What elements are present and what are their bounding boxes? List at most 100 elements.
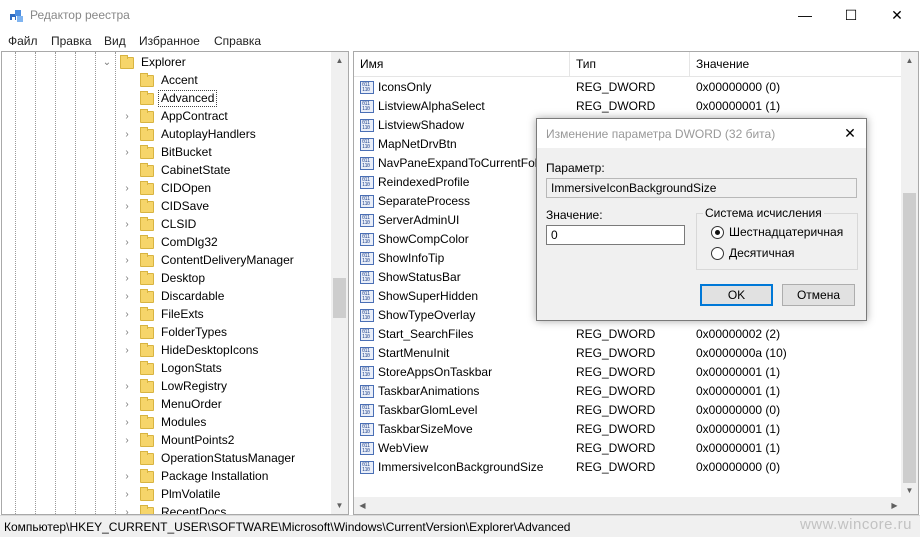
scroll-left-icon[interactable]: ◀: [354, 497, 371, 514]
list-item[interactable]: 011 110 IconsOnly REG_DWORD 0x00000000 (0): [354, 78, 903, 97]
tree-item-label[interactable]: MountPoints2: [159, 433, 236, 448]
scroll-thumb[interactable]: [903, 193, 916, 483]
tree-item[interactable]: › MountPoints2: [2, 432, 332, 450]
tree-item[interactable]: CabinetState: [2, 162, 332, 180]
expand-arrow-icon[interactable]: ›: [122, 291, 132, 303]
list-item[interactable]: 011 110 Start_SearchFiles REG_DWORD 0x00000…: [354, 325, 903, 344]
tree-item-label[interactable]: Desktop: [159, 271, 207, 286]
tree-item-label[interactable]: Advanced: [157, 90, 218, 107]
scroll-up-icon[interactable]: ▲: [331, 52, 348, 69]
tree-vertical-scrollbar[interactable]: ▲ ▼: [331, 52, 348, 514]
tree-item-label[interactable]: PlmVolatile: [159, 487, 222, 502]
expand-arrow-icon[interactable]: ›: [122, 111, 132, 123]
tree-item[interactable]: › HideDesktopIcons: [2, 342, 332, 360]
menu-help[interactable]: Справка: [214, 34, 261, 48]
expand-arrow-icon[interactable]: ›: [122, 399, 132, 411]
tree-item[interactable]: › CIDSave: [2, 198, 332, 216]
tree-item[interactable]: OperationStatusManager: [2, 450, 332, 468]
tree-item-label[interactable]: AutoplayHandlers: [159, 127, 258, 142]
expand-arrow-icon[interactable]: ›: [122, 147, 132, 159]
expand-arrow-icon[interactable]: ›: [122, 309, 132, 321]
tree-item-label[interactable]: HideDesktopIcons: [159, 343, 260, 358]
tree-item[interactable]: › PlmVolatile: [2, 486, 332, 504]
expand-arrow-icon[interactable]: ›: [122, 381, 132, 393]
column-type-header[interactable]: Тип: [570, 52, 690, 77]
tree-item[interactable]: › CIDOpen: [2, 180, 332, 198]
tree-item[interactable]: › BitBucket: [2, 144, 332, 162]
close-button[interactable]: ✕: [874, 0, 920, 30]
expand-arrow-icon[interactable]: ›: [122, 219, 132, 231]
list-item[interactable]: 011 110 TaskbarSizeMove REG_DWORD 0x0000000…: [354, 420, 903, 439]
expand-arrow-icon[interactable]: ⌄: [102, 57, 112, 69]
column-value-header[interactable]: Значение: [690, 52, 903, 77]
expand-arrow-icon[interactable]: ›: [122, 507, 132, 514]
tree-item-label[interactable]: ContentDeliveryManager: [159, 253, 296, 268]
tree-item-label[interactable]: LowRegistry: [159, 379, 229, 394]
tree-item-label[interactable]: OperationStatusManager: [159, 451, 297, 466]
tree-item-label[interactable]: AppContract: [159, 109, 230, 124]
hex-radio-button[interactable]: [711, 226, 724, 239]
dialog-close-button[interactable]: ✕: [838, 122, 862, 144]
tree-item[interactable]: › FileExts: [2, 306, 332, 324]
list-vertical-scrollbar[interactable]: ▲ ▼: [901, 52, 918, 499]
expand-arrow-icon[interactable]: ›: [122, 345, 132, 357]
list-item[interactable]: 011 110 ImmersiveIconBackgroundSize REG_DW…: [354, 458, 903, 477]
list-item[interactable]: 011 110 StoreAppsOnTaskbar REG_DWORD 0x0000…: [354, 363, 903, 382]
tree-item[interactable]: ⌄ Explorer: [2, 54, 332, 72]
maximize-button[interactable]: ☐: [828, 0, 874, 30]
tree-item-label[interactable]: ComDlg32: [159, 235, 220, 250]
tree-item-label[interactable]: RecentDocs: [159, 505, 228, 514]
scroll-up-icon[interactable]: ▲: [901, 52, 918, 69]
list-item[interactable]: 011 110 TaskbarGlomLevel REG_DWORD 0x000000…: [354, 401, 903, 420]
expand-arrow-icon[interactable]: ›: [122, 273, 132, 285]
tree-item-label[interactable]: MenuOrder: [159, 397, 224, 412]
cancel-button[interactable]: Отмена: [782, 284, 855, 306]
tree-item[interactable]: › RecentDocs: [2, 504, 332, 514]
expand-arrow-icon[interactable]: ›: [122, 471, 132, 483]
tree-item[interactable]: › ContentDeliveryManager: [2, 252, 332, 270]
expand-arrow-icon[interactable]: ›: [122, 183, 132, 195]
tree-item-label[interactable]: FileExts: [159, 307, 206, 322]
tree-item-label[interactable]: Modules: [159, 415, 208, 430]
column-name-header[interactable]: Имя: [354, 52, 570, 77]
expand-arrow-icon[interactable]: ›: [122, 435, 132, 447]
tree-item-label[interactable]: Explorer: [139, 55, 188, 70]
hex-radio-label[interactable]: Шестнадцатеричная: [729, 225, 843, 239]
tree-item[interactable]: › Discardable: [2, 288, 332, 306]
expand-arrow-icon[interactable]: ›: [122, 417, 132, 429]
list-horizontal-scrollbar[interactable]: ◀ ▶: [354, 497, 903, 514]
minimize-button[interactable]: —: [782, 0, 828, 30]
expand-arrow-icon[interactable]: ›: [122, 201, 132, 213]
tree-item[interactable]: › LowRegistry: [2, 378, 332, 396]
menu-favorites[interactable]: Избранное: [139, 34, 200, 48]
tree-item[interactable]: › FolderTypes: [2, 324, 332, 342]
menu-view[interactable]: Вид: [104, 34, 126, 48]
menu-file[interactable]: Файл: [8, 34, 38, 48]
tree-item-label[interactable]: CabinetState: [159, 163, 232, 178]
tree-item-label[interactable]: CLSID: [159, 217, 198, 232]
list-item[interactable]: 011 110 WebView REG_DWORD 0x00000001 (1): [354, 439, 903, 458]
tree-item-label[interactable]: LogonStats: [159, 361, 224, 376]
list-item[interactable]: 011 110 ListviewAlphaSelect REG_DWORD 0x000…: [354, 97, 903, 116]
dec-radio-label[interactable]: Десятичная: [729, 246, 795, 260]
tree-item-label[interactable]: FolderTypes: [159, 325, 229, 340]
expand-arrow-icon[interactable]: ›: [122, 489, 132, 501]
dec-radio-button[interactable]: [711, 247, 724, 260]
tree-item[interactable]: › Modules: [2, 414, 332, 432]
menu-edit[interactable]: Правка: [51, 34, 92, 48]
tree-item[interactable]: › CLSID: [2, 216, 332, 234]
tree-item-label[interactable]: CIDSave: [159, 199, 211, 214]
expand-arrow-icon[interactable]: ›: [122, 255, 132, 267]
registry-tree[interactable]: ⌄ Explorer Accent Advanced › AppContract › Auto…: [1, 51, 349, 515]
tree-item[interactable]: › AppContract: [2, 108, 332, 126]
value-input[interactable]: 0: [546, 225, 685, 245]
ok-button[interactable]: OK: [700, 284, 773, 306]
scroll-thumb[interactable]: [333, 278, 346, 318]
list-item[interactable]: 011 110 TaskbarAnimations REG_DWORD 0x00000…: [354, 382, 903, 401]
expand-arrow-icon[interactable]: ›: [122, 129, 132, 141]
expand-arrow-icon[interactable]: ›: [122, 327, 132, 339]
tree-item[interactable]: Accent: [2, 72, 332, 90]
expand-arrow-icon[interactable]: ›: [122, 237, 132, 249]
scroll-down-icon[interactable]: ▼: [331, 497, 348, 514]
tree-item[interactable]: Advanced: [2, 90, 332, 108]
